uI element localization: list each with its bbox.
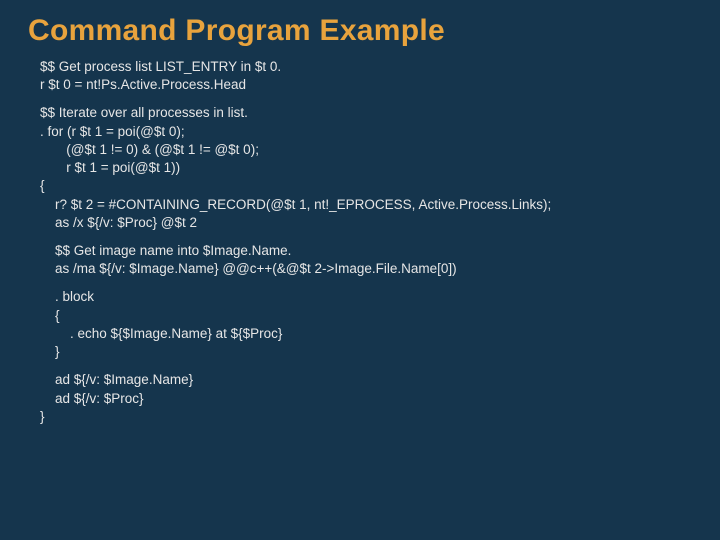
code-block-5: ad ${/v: $Image.Name} ad ${/v: $Proc} } [40,371,692,426]
code-block-1: $$ Get process list LIST_ENTRY in $t 0. … [40,58,692,94]
slide: Command Program Example $$ Get process l… [0,0,720,540]
code-block-3: $$ Get image name into $Image.Name. as /… [40,242,692,278]
code-block-2: $$ Iterate over all processes in list. .… [40,104,692,232]
slide-title: Command Program Example [28,14,692,48]
code-block-4: . block { . echo ${$Image.Name} at ${$Pr… [40,288,692,361]
